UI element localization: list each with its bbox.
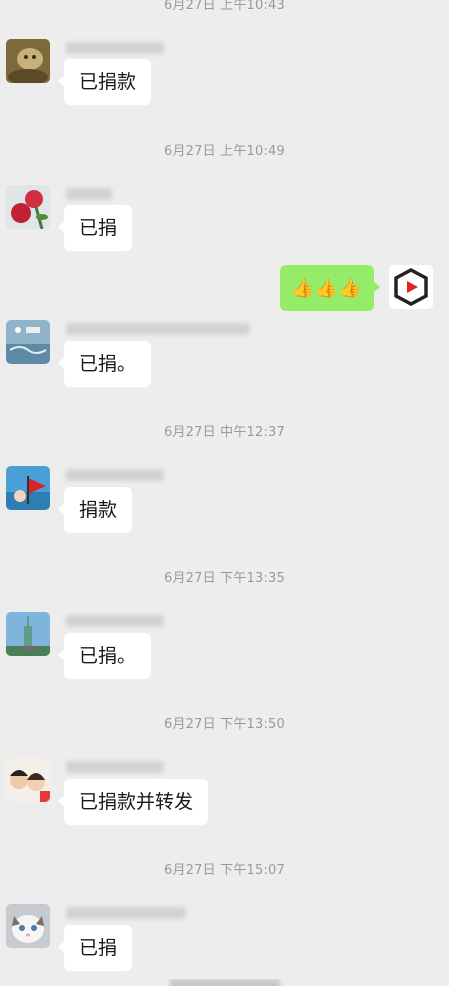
timestamp: 6月27日 下午13:35: [163, 571, 285, 586]
message-bubble[interactable]: 已捐款: [57, 59, 152, 105]
message-bubble[interactable]: 已捐款并转发: [57, 779, 209, 825]
message-bubble[interactable]: 已捐: [57, 205, 133, 251]
sender-name-blurred: [66, 42, 164, 54]
message-bubble[interactable]: 捐款: [57, 487, 133, 533]
sender-name-blurred: [66, 761, 164, 773]
avatar-self[interactable]: [389, 265, 433, 309]
avatar[interactable]: [6, 39, 50, 83]
avatar[interactable]: [6, 466, 50, 510]
message-bubble[interactable]: 已捐。: [57, 341, 152, 387]
timestamp: 6月27日 下午13:50: [163, 717, 285, 732]
sender-name-blurred: [66, 469, 164, 481]
timestamp: 6月27日 中午12:37: [163, 425, 285, 440]
sender-name-blurred: [66, 615, 164, 627]
message-bubble[interactable]: 已捐。: [57, 633, 152, 679]
timestamp: 6月27日 上午10:49: [163, 144, 285, 159]
sender-name-blurred: [66, 907, 186, 919]
sender-name-blurred: [66, 188, 112, 200]
timestamp: 6月27日 下午15:07: [163, 863, 285, 878]
sender-name-blurred: [66, 323, 250, 335]
message-bubble[interactable]: 已捐: [57, 925, 133, 971]
avatar[interactable]: [6, 320, 50, 364]
thumbs-up-emoji: 👍👍👍: [291, 278, 362, 299]
avatar[interactable]: [6, 904, 50, 948]
message-bubble-outgoing[interactable]: 👍👍👍: [279, 265, 381, 311]
timestamp: 6月27日 上午10:43: [163, 0, 285, 13]
avatar[interactable]: [6, 185, 50, 229]
timestamp-partial: [0, 979, 449, 986]
avatar[interactable]: [6, 612, 50, 656]
avatar[interactable]: [6, 758, 50, 802]
